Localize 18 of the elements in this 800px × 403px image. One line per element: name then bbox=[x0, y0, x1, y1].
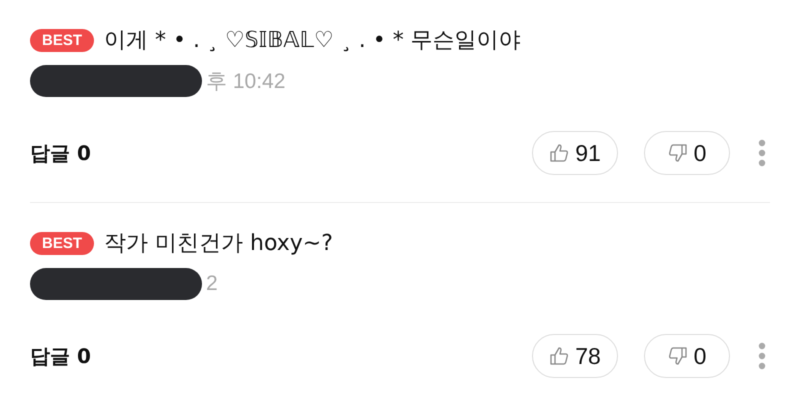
dislike-button[interactable]: 0 bbox=[644, 334, 730, 378]
reply-count-link[interactable]: 답글 0 bbox=[30, 342, 91, 370]
thumbs-up-icon bbox=[549, 346, 570, 366]
thumbs-up-icon bbox=[549, 143, 570, 163]
thumbs-down-icon bbox=[668, 346, 688, 366]
best-badge: BEST bbox=[30, 232, 94, 254]
comment-text: 작가 미친건가 hoxy~? bbox=[104, 230, 333, 258]
reply-count-link[interactable]: 답글 0 bbox=[30, 140, 91, 166]
best-badge: BEST bbox=[30, 28, 94, 52]
more-icon[interactable] bbox=[758, 139, 766, 167]
comment-text: 이게 * • . ¸ ♡𝕊𝕀𝔹𝔸𝕃♡ ¸ . • * 무슨일이야 bbox=[104, 27, 521, 55]
comment-time: 후 10:42 bbox=[206, 69, 286, 95]
like-button[interactable]: 78 bbox=[532, 334, 618, 378]
like-button[interactable]: 91 bbox=[532, 131, 618, 175]
comment-time: 2 bbox=[206, 272, 218, 296]
dislike-button[interactable]: 0 bbox=[644, 131, 730, 175]
more-icon[interactable] bbox=[758, 342, 766, 370]
thumbs-down-icon bbox=[668, 143, 688, 163]
